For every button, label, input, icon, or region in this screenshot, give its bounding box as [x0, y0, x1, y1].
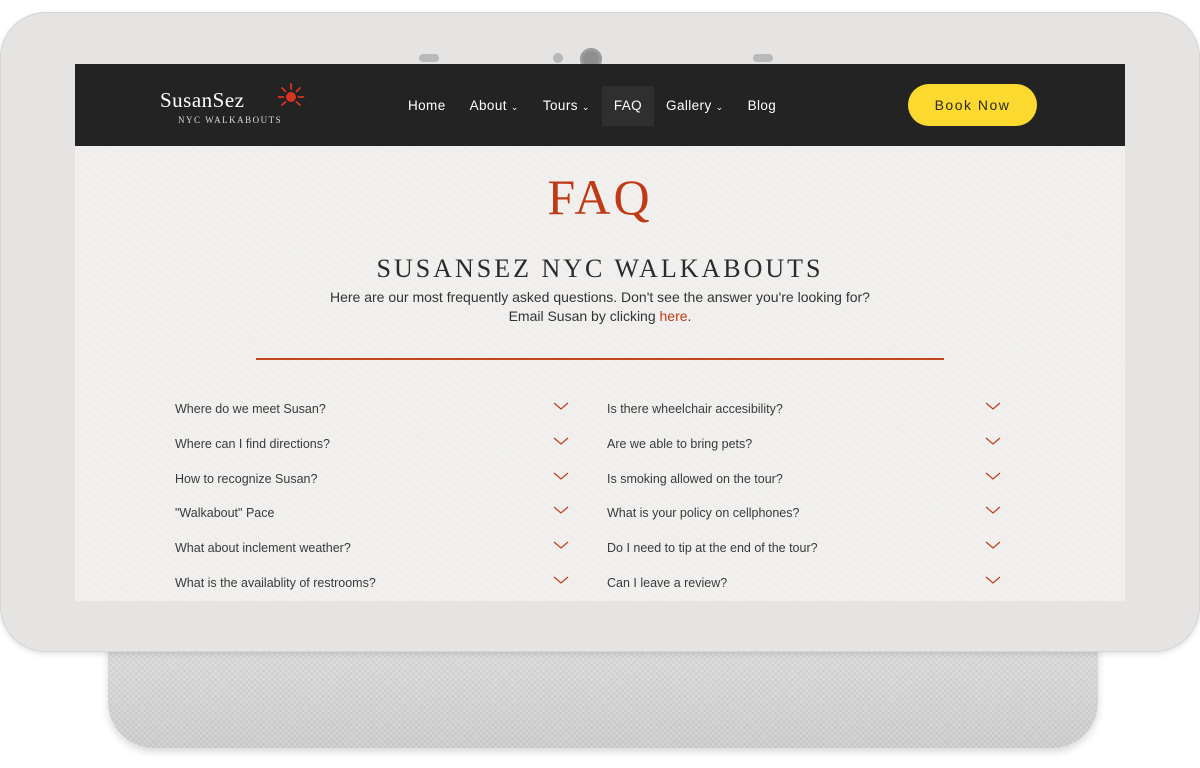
faq-item[interactable]: "Walkabout" Pace: [175, 502, 575, 537]
microphone-left: [419, 54, 439, 62]
faq-column-right: Is there wheelchair accesibility? Are we …: [607, 398, 1007, 601]
faq-item[interactable]: Do I need to tip at the end of the tour?: [607, 537, 1007, 572]
divider: [256, 358, 944, 360]
faq-item[interactable]: Is there wheelchair accesibility?: [607, 398, 1007, 433]
top-navbar: SusanSez NYC WALKABOUTS Home About ⌄ Tours ⌄…: [75, 64, 1125, 146]
faq-question: Where can I find directions?: [175, 436, 330, 451]
chevron-down-icon[interactable]: [553, 435, 569, 447]
faq-item[interactable]: What about inclement weather?: [175, 537, 575, 572]
faq-question: Where do we meet Susan?: [175, 402, 326, 416]
faq-column-left: Where do we meet Susan? Where can I find …: [175, 398, 575, 601]
logo-name: SusanSez: [160, 88, 245, 112]
chevron-down-icon[interactable]: [985, 504, 1001, 516]
faq-item[interactable]: How to recognize Susan?: [175, 468, 575, 503]
chevron-down-icon[interactable]: [553, 539, 569, 551]
faq-item[interactable]: Can I leave a review?: [607, 572, 1007, 601]
nav-item-label: Tours: [542, 98, 578, 113]
chevron-down-icon: ⌄: [510, 102, 519, 112]
main-menu: Home About ⌄ Tours ⌄ FAQ Gallery ⌄ Blog: [396, 86, 788, 126]
chevron-down-icon[interactable]: [553, 470, 569, 482]
chevron-down-icon[interactable]: [985, 400, 1001, 412]
faq-question: What about inclement weather?: [175, 541, 351, 556]
faq-question: "Walkabout" Pace: [175, 506, 275, 521]
nav-item-about[interactable]: About ⌄: [458, 86, 531, 126]
chevron-down-icon: ⌄: [581, 102, 590, 112]
nav-item-label: Gallery: [666, 98, 712, 113]
chevron-down-icon[interactable]: [985, 574, 1001, 586]
page-content: FAQ SUSANSEZ NYC WALKABOUTS Here are our…: [75, 146, 1125, 601]
nav-item-label: FAQ: [613, 98, 643, 113]
faq-item[interactable]: Where can I find directions?: [175, 433, 575, 468]
faq-question: Is smoking allowed on the tour?: [607, 471, 783, 486]
chevron-down-icon[interactable]: [985, 435, 1001, 447]
email-susan-link[interactable]: here: [660, 308, 688, 324]
intro-sentence: Here are our most frequently asked quest…: [330, 289, 870, 324]
logo-tagline: NYC WALKABOUTS: [178, 115, 283, 125]
nav-item-label: About: [469, 98, 507, 113]
nav-item-gallery[interactable]: Gallery ⌄: [654, 86, 736, 126]
nav-item-tours[interactable]: Tours ⌄: [531, 86, 602, 126]
chevron-down-icon: ⌄: [715, 102, 724, 112]
faq-question: How to recognize Susan?: [175, 471, 318, 486]
faq-question: Are we able to bring pets?: [607, 436, 753, 451]
intro-period: .: [687, 308, 692, 324]
nav-item-faq[interactable]: FAQ: [601, 86, 655, 126]
nav-item-blog[interactable]: Blog: [736, 86, 789, 126]
faq-question: Is there wheelchair accesibility?: [607, 402, 783, 416]
device-screen: SusanSez NYC WALKABOUTS Home About ⌄ Tours ⌄…: [75, 64, 1125, 601]
site-logo[interactable]: SusanSez NYC WALKABOUTS: [160, 83, 310, 128]
nav-item-home[interactable]: Home: [396, 86, 458, 126]
faq-item[interactable]: What is your policy on cellphones?: [607, 502, 1007, 537]
intro-text: Here are our most frequently asked quest…: [330, 288, 870, 326]
faq-question: Do I need to tip at the end of the tour?: [607, 541, 818, 556]
page-title: FAQ: [547, 169, 653, 225]
microphone-right: [753, 54, 773, 62]
nav-item-label: Home: [408, 98, 446, 113]
light-sensor: [553, 53, 563, 63]
faq-question: What is your policy on cellphones?: [607, 506, 800, 521]
faq-item[interactable]: What is the availablity of restrooms?: [175, 572, 575, 601]
book-now-button[interactable]: Book Now: [908, 84, 1037, 126]
faq-item[interactable]: Where do we meet Susan?: [175, 398, 575, 433]
chevron-down-icon[interactable]: [985, 539, 1001, 551]
faq-question: What is the availablity of restrooms?: [175, 575, 376, 590]
sun-icon: [277, 83, 305, 106]
faq-item[interactable]: Is smoking allowed on the tour?: [607, 468, 1007, 503]
chevron-down-icon[interactable]: [553, 574, 569, 586]
chevron-down-icon[interactable]: [985, 470, 1001, 482]
faq-question: Can I leave a review?: [607, 575, 728, 590]
chevron-down-icon[interactable]: [553, 400, 569, 412]
page-subtitle: SUSANSEZ NYC WALKABOUTS: [376, 254, 824, 283]
chevron-down-icon[interactable]: [553, 504, 569, 516]
nav-item-label: Blog: [747, 98, 777, 113]
faq-item[interactable]: Are we able to bring pets?: [607, 433, 1007, 468]
